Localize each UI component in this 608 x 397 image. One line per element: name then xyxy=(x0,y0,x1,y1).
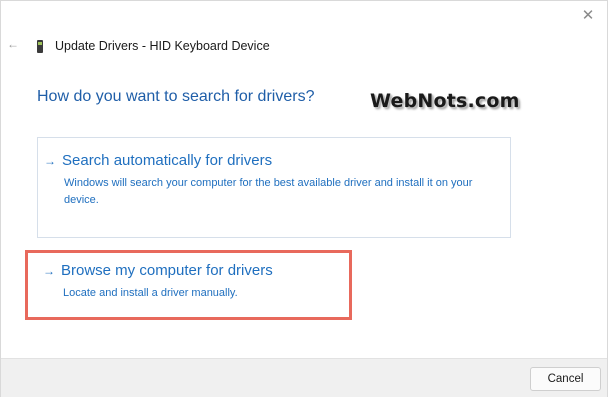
dialog-title: Update Drivers - HID Keyboard Device xyxy=(55,39,270,53)
option-description: Locate and install a driver manually. xyxy=(63,287,238,299)
update-drivers-dialog: ✕ ← Update Drivers - HID Keyboard Device… xyxy=(0,0,608,397)
watermark-logo: WebNots.com xyxy=(370,90,520,112)
option-title: → Search automatically for drivers xyxy=(44,152,272,169)
arrow-right-icon: → xyxy=(44,154,56,168)
arrow-right-icon: → xyxy=(43,264,55,278)
search-automatically-option[interactable]: → Search automatically for drivers Window… xyxy=(37,137,511,238)
close-icon[interactable]: ✕ xyxy=(579,7,597,25)
option-description: Windows will search your computer for th… xyxy=(64,177,473,206)
usb-device-icon xyxy=(37,39,43,53)
browse-computer-option[interactable]: → Browse my computer for drivers Locate a… xyxy=(25,250,352,320)
option-title-text: Browse my computer for drivers xyxy=(61,262,273,279)
dialog-footer: Cancel xyxy=(1,358,607,397)
dialog-title-row: Update Drivers - HID Keyboard Device xyxy=(37,37,270,55)
option-title: → Browse my computer for drivers xyxy=(43,262,273,279)
page-heading: How do you want to search for drivers? xyxy=(37,88,315,105)
option-title-text: Search automatically for drivers xyxy=(62,152,273,169)
back-arrow-icon[interactable]: ← xyxy=(7,36,21,52)
cancel-button[interactable]: Cancel xyxy=(530,367,601,391)
